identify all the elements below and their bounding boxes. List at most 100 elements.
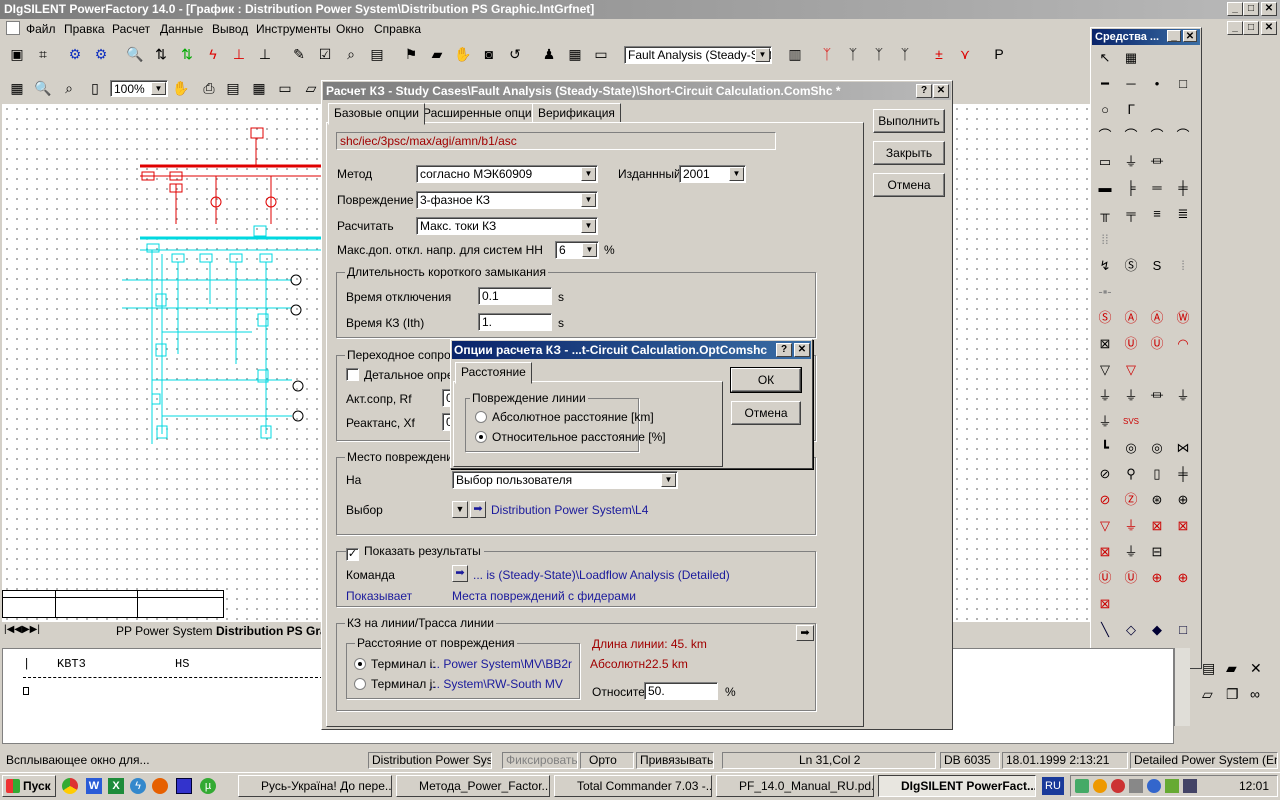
relay-c-icon[interactable]: ⊕ — [1147, 568, 1167, 588]
chevron-down-icon[interactable]: ▼ — [581, 193, 596, 207]
tab-distribution-ps[interactable]: Distribution PS Gra — [216, 624, 327, 638]
menu-data[interactable]: Данные — [160, 22, 203, 36]
command-jump-button[interactable]: ➡ — [452, 565, 468, 582]
radio-circle[interactable] — [475, 431, 487, 443]
terminal-j-radio[interactable]: Терминал j: — [354, 677, 436, 691]
bus2-icon[interactable]: ⏚ — [1121, 152, 1141, 172]
dot-icon[interactable]: • — [1147, 74, 1167, 94]
square-icon[interactable]: □ — [1173, 74, 1193, 94]
doc-minimize-button[interactable]: _ — [1227, 21, 1243, 35]
tray-network-icon[interactable] — [1075, 779, 1089, 793]
pointer-icon[interactable]: ↖ — [1095, 48, 1115, 68]
radio-circle[interactable] — [475, 411, 487, 423]
busbar8-icon[interactable]: ≣ — [1173, 204, 1193, 224]
radio-circle[interactable] — [354, 658, 366, 670]
sc-time-input[interactable]: 1. — [478, 313, 552, 331]
switch4-icon[interactable]: ⌒ — [1173, 126, 1193, 146]
new-icon[interactable]: ▣ — [6, 43, 28, 65]
options-close-button[interactable]: ✕ — [794, 343, 810, 357]
circle-icon[interactable]: ○ — [1095, 100, 1115, 120]
chrome-icon[interactable] — [62, 778, 78, 794]
dialog-close-button[interactable]: ✕ — [933, 84, 949, 98]
tr6-icon[interactable]: ⚲ — [1121, 464, 1141, 484]
relay-icon[interactable]: ᛉ — [816, 43, 838, 65]
close-dialog-button[interactable]: Закрыть — [873, 141, 945, 165]
line-fault-arrow-button[interactable]: ➡ — [796, 625, 814, 641]
busbar6-icon[interactable]: ╤ — [1121, 204, 1141, 224]
mot3-icon[interactable]: ⊛ — [1147, 490, 1167, 510]
hand-icon[interactable]: ✋ — [452, 43, 474, 65]
relay-a-icon[interactable]: Ⓤ — [1095, 568, 1115, 588]
zoom-select[interactable]: 100% ▼ — [110, 80, 168, 97]
network-icon[interactable]: ⌗ — [32, 43, 54, 65]
language-indicator[interactable]: RU — [1042, 777, 1064, 795]
relay4-icon[interactable]: ᛉ — [894, 43, 916, 65]
status-snap[interactable]: Привязывать — [636, 752, 714, 769]
doc-close-button[interactable]: ✕ — [1261, 21, 1277, 35]
binoculars-icon[interactable]: ∞ — [1250, 686, 1260, 702]
gen3-icon[interactable]: Ⓐ — [1147, 308, 1167, 328]
checkbox-box[interactable]: ✓ — [346, 548, 359, 561]
busbar7-icon[interactable]: ≡ — [1147, 204, 1167, 224]
maximize-button[interactable]: □ — [1243, 2, 1259, 16]
meas5-icon[interactable]: ⊠ — [1095, 542, 1115, 562]
tr3-icon[interactable]: ◎ — [1147, 438, 1167, 458]
check-icon[interactable]: ☑ — [314, 43, 336, 65]
gen4-icon[interactable]: Ⓦ — [1173, 308, 1193, 328]
menu-doc-icon[interactable] — [6, 21, 20, 35]
zoom-out-icon[interactable]: ⌕ — [58, 77, 80, 99]
svs-icon[interactable]: SVS — [1121, 412, 1141, 432]
grid-icon[interactable]: ⁞⁞ — [1095, 230, 1115, 250]
trip-time-input[interactable]: 0.1 — [478, 287, 552, 305]
relay-b-icon[interactable]: Ⓤ — [1121, 568, 1141, 588]
chevron-down-icon[interactable]: ▼ — [729, 167, 744, 181]
menu-edit[interactable]: Правка — [64, 22, 105, 36]
minimize-button[interactable]: _ — [1227, 2, 1243, 16]
graph-icon[interactable]: ▤ — [366, 43, 388, 65]
arrow-down-icon[interactable]: ▽ — [1095, 360, 1115, 380]
doc-icon[interactable]: ▤ — [1202, 660, 1215, 677]
harmonic-icon[interactable]: ⊥ — [254, 43, 276, 65]
chevron-down-icon[interactable]: ▼ — [755, 48, 770, 62]
source-icon[interactable]: Ⓢ — [1121, 256, 1141, 276]
task-total-commander[interactable]: Total Commander 7.03 -... — [554, 775, 712, 797]
report-icon[interactable]: 🔍 — [124, 43, 146, 65]
draw-poly-icon[interactable]: ◇ — [1121, 620, 1141, 640]
folder-icon[interactable]: ▱ — [1202, 686, 1213, 703]
tab-pp-power-system[interactable]: PP Power System — [116, 624, 212, 638]
cap2-icon[interactable]: ⏚ — [1121, 386, 1141, 406]
execute-button[interactable]: Выполнить — [873, 109, 945, 133]
chevron-down-icon[interactable]: ▼ — [151, 82, 166, 95]
chevron-down-icon[interactable]: ▼ — [582, 243, 597, 257]
search-icon[interactable]: ⌕ — [340, 43, 362, 65]
busbar5-icon[interactable]: ╥ — [1095, 204, 1115, 224]
cap1-icon[interactable]: ⏚ — [1095, 386, 1115, 406]
copy-icon[interactable]: ❐ — [1226, 686, 1239, 703]
arrow-down2-icon[interactable]: ▽ — [1121, 360, 1141, 380]
show-results-checkbox[interactable]: ✓ Показать результаты — [346, 544, 484, 561]
zoom-icon[interactable]: 🔍 — [32, 77, 54, 99]
chevron-down-icon[interactable]: ▼ — [581, 167, 596, 181]
torrent-icon[interactable]: µ — [200, 778, 216, 794]
voltage-tolerance-select[interactable]: 6 ▼ — [555, 241, 599, 259]
table-icon[interactable]: ▦ — [564, 43, 586, 65]
terminal-j-value[interactable]: ... System\RW-South MV — [430, 677, 563, 691]
switch2-icon[interactable]: ⌒ — [1121, 126, 1141, 146]
firefox-icon[interactable] — [152, 778, 168, 794]
meas6-icon[interactable]: ⏚ — [1121, 542, 1141, 562]
word-icon[interactable]: W — [86, 778, 102, 794]
radio-circle[interactable] — [354, 678, 366, 690]
status-freeze[interactable]: Фиксировать — [502, 752, 578, 769]
tray-security-icon[interactable] — [1111, 779, 1125, 793]
meas1-icon[interactable]: ▽ — [1095, 516, 1115, 536]
folder-icon[interactable]: ▱ — [300, 77, 322, 99]
tray-app-icon[interactable] — [1093, 779, 1107, 793]
flow-green-icon[interactable]: ⇅ — [176, 43, 198, 65]
tray-update-icon[interactable] — [1147, 779, 1161, 793]
edition-select[interactable]: 2001 ▼ — [679, 165, 746, 183]
busbar3-icon[interactable]: ═ — [1147, 178, 1167, 198]
draw-rect-icon[interactable]: □ — [1173, 620, 1193, 640]
thin-line-icon[interactable]: ─ — [1121, 74, 1141, 94]
tab-distance[interactable]: Расстояние — [455, 362, 532, 384]
plus-icon[interactable]: ± — [928, 43, 950, 65]
